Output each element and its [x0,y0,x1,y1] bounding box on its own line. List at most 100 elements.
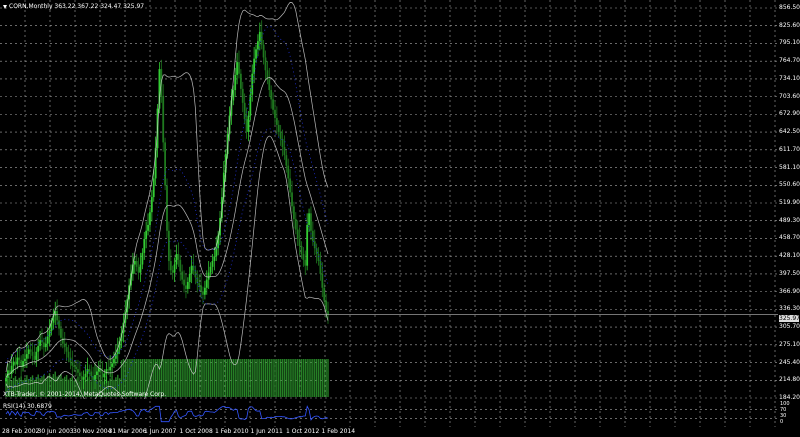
price-axis-label: 856.50 [779,4,800,11]
time-axis-label: 1 Feb 2010 [215,428,249,435]
time-axis-label: 30 Jun 2003 [37,428,74,435]
candle-body [94,375,96,380]
candle-body [207,272,210,280]
volume-bar [285,359,288,397]
candle-body [75,366,77,370]
volume-bar [217,359,219,397]
volume-bar [276,359,278,397]
candle-body [209,266,212,273]
volume-bar [321,359,324,397]
candle-body [169,261,172,271]
volume-bar [259,359,261,397]
candle-body [107,369,110,371]
volume-bar [264,359,267,397]
candle-body [109,366,112,371]
candle-body [173,264,176,273]
volume-bar [262,359,265,397]
volume-bar [183,359,185,397]
volume-bar [192,359,195,397]
candle-body [272,99,274,110]
price-chart-svg[interactable] [0,0,778,399]
main-chart-panel[interactable]: CORN,Monthly 363.22 367.22 324.47 325.97… [0,0,778,399]
rsi-line [5,405,329,423]
candle-body [239,73,242,89]
price-axis-label: 611.70 [779,145,800,153]
price-axis[interactable]: 856.50 825.60 795.10 764.70 734.10 703.60 672.… [778,0,800,401]
candle-body [181,271,184,280]
candle-body [12,361,15,366]
rsi-panel[interactable]: RSI(14) 30.6879 [0,401,778,427]
volume-bar [289,359,291,397]
candle-body [264,57,267,71]
candle-body [203,287,206,295]
candle-body [291,192,293,207]
candle-body [101,372,104,378]
candle-body [279,131,282,139]
volume-bar [268,359,270,397]
candle-body [82,377,85,380]
candle-body [48,330,51,337]
triangle-down-icon [3,4,7,9]
candle-body [205,279,208,288]
candle-body [37,345,40,352]
candle-body [234,74,237,91]
chart-window[interactable]: CORN,Monthly 363.22 367.22 324.47 325.97… [0,0,800,437]
candle-body [257,41,259,50]
price-axis-label: 795.10 [779,39,800,47]
volume-bar [221,359,223,397]
volume-bar [219,359,221,397]
time-axis[interactable]: 28 Feb 2002 30 Jun 2003 30 Nov 2004 31 Mar … [0,427,778,437]
candle-body [186,281,189,289]
candle-body [111,363,113,367]
candle-body [293,206,295,220]
volume-bar [226,359,229,397]
candle-body [39,340,41,346]
candle-body [300,245,303,255]
volume-bar [190,359,193,397]
candle-body [317,254,320,262]
volume-bar [166,359,168,397]
candle-body [243,102,246,120]
candle-body [18,357,21,360]
volume-bar [281,359,284,397]
candle-body [60,328,62,338]
volume-bar [308,359,310,397]
time-axis-label: 1 Oct 2008 [179,428,213,435]
candle-body [150,197,153,213]
volume-bar [312,359,314,397]
candle-body [16,357,19,365]
price-axis-label: 825.60 [779,21,800,29]
price-axis-label: 245.40 [779,358,800,366]
candle-body [247,115,250,132]
candle-body [308,213,310,225]
volume-bar [319,359,322,397]
price-axis-label: 305.70 [779,323,800,331]
time-axis-label: 28 Feb 2002 [2,428,40,435]
rsi-label: RSI(14) 30.6879 [3,403,52,410]
volume-bar [175,359,178,397]
candle-body [183,279,185,286]
volume-bar [170,359,172,397]
candle-body [253,58,256,74]
volume-bar [314,359,316,397]
volume-bar [287,359,289,397]
volume-bar [181,359,183,397]
volume-bar [270,359,272,397]
time-axis-label: 1 Feb 2014 [321,428,356,435]
price-axis-label: 672.90 [779,110,800,118]
candle-body [113,358,115,364]
price-axis-label: 734.10 [779,74,800,82]
candle-body [90,371,93,377]
candle-body [67,351,70,358]
volume-bar [206,359,208,397]
candle-body [283,147,286,156]
rsi-chart-svg[interactable] [0,401,778,427]
candle-body [133,261,136,265]
candle-body [114,354,117,359]
candle-body [321,273,324,288]
candle-body [46,336,49,344]
volume-bar [249,359,252,397]
candle-body [310,213,312,231]
price-axis-label: 458.70 [779,234,800,242]
candle-body [92,376,95,380]
